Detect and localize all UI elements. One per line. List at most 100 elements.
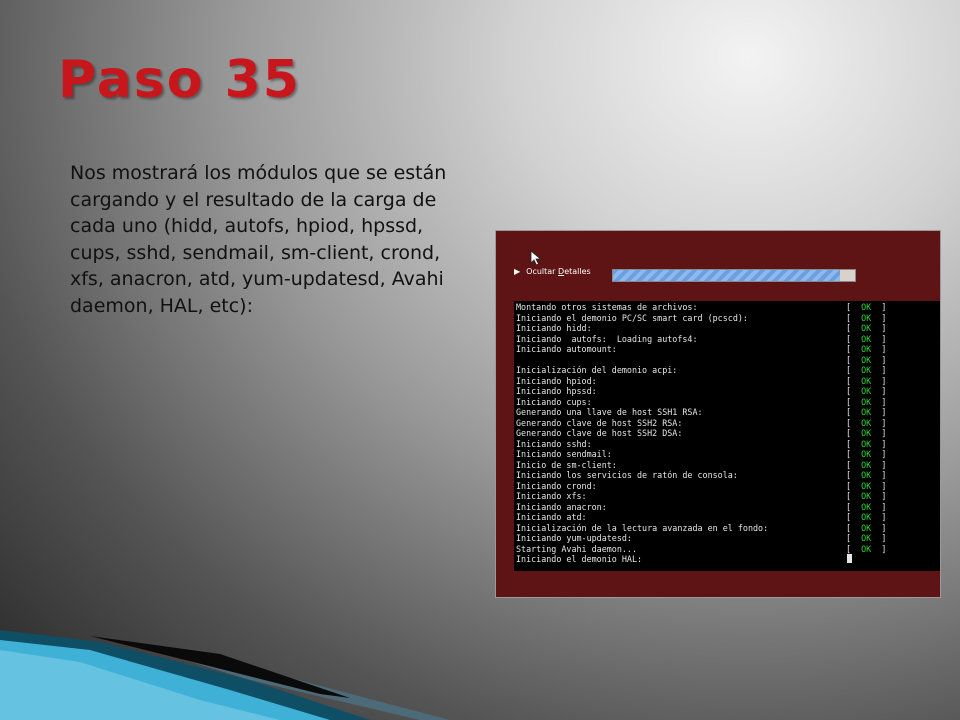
terminal-line: Iniciando hidd: [ OK ] (516, 323, 940, 334)
boot-progress-bar (612, 269, 856, 282)
terminal-status-ok: [ OK ] (846, 323, 887, 333)
terminal-line-text: Montando otros sistemas de archivos: (516, 302, 698, 312)
ok-label: OK (861, 449, 872, 459)
terminal-status-ok: [ OK ] (846, 396, 887, 407)
ok-label: OK (861, 438, 872, 449)
terminal-line-text: Generando clave de host SSH2 RSA: (516, 417, 683, 428)
ok-label: OK (861, 354, 872, 365)
terminal-status-ok: [ OK ] (846, 333, 887, 344)
ok-label: OK (861, 501, 872, 512)
terminal-line: Iniciando yum-updatesd: [ OK ] (516, 533, 940, 544)
terminal-line-text: Inicialización de la lectura avanzada en… (516, 522, 769, 533)
terminal-line: Inicialización del demonio acpi: [ OK ] (516, 365, 940, 376)
terminal-cursor (847, 554, 852, 563)
ok-label: OK (861, 396, 872, 407)
terminal-line-text: Iniciando hpssd: (516, 386, 597, 396)
terminal-line-text: Iniciando el demonio HAL: (516, 554, 643, 564)
terminal-line: Iniciando sshd: [ OK ] (516, 438, 940, 450)
ok-label: OK (861, 302, 872, 312)
ok-label: OK (861, 365, 872, 375)
terminal-line-text: Iniciando hidd: (516, 323, 592, 333)
terminal-line: Iniciando anacron: [ OK ] (516, 501, 940, 513)
terminal-line: Montando otros sistemas de archivos: [ OK… (516, 302, 940, 313)
terminal-status-ok: [ OK ] (846, 354, 887, 365)
ok-label: OK (861, 512, 872, 522)
terminal-status-ok: [ OK ] (846, 344, 887, 354)
terminal-status-ok: [ OK ] (846, 375, 887, 386)
terminal-status-ok: [ OK ] (846, 428, 887, 438)
ok-label: OK (861, 312, 872, 323)
terminal-status-ok: [ OK ] (846, 407, 887, 417)
terminal-line: Iniciando cups: [ OK ] (516, 396, 940, 408)
ok-label: OK (861, 459, 872, 470)
terminal-status-ok: [ OK ] (846, 417, 887, 428)
ok-label: OK (861, 543, 872, 554)
terminal-status-ok: [ OK ] (846, 533, 887, 543)
boot-progress-fill (613, 270, 841, 281)
terminal-line: Generando clave de host SSH2 RSA: [ OK ] (516, 417, 940, 429)
terminal-line-text: Iniciando yum-updatesd: (516, 533, 632, 543)
terminal-status-ok: [ OK ] (846, 449, 887, 459)
terminal-line-text: Inicialización del demonio acpi: (516, 365, 678, 375)
details-toggle[interactable]: ▶ Ocultar Detalles (514, 267, 591, 276)
terminal-line: Generando clave de host SSH2 DSA: [ OK ] (516, 428, 940, 439)
ok-label: OK (861, 333, 872, 344)
terminal-line-text: Generando una llave de host SSH1 RSA: (516, 407, 703, 417)
terminal-line: Iniciando el demonio HAL: (516, 554, 940, 565)
terminal-line: Iniciando los servicios de ratón de cons… (516, 470, 940, 481)
terminal-line: Iniciando sendmail: [ OK ] (516, 449, 940, 460)
terminal-status-ok: [ OK ] (846, 302, 887, 312)
terminal-status-ok: [ OK ] (846, 522, 887, 533)
slide-title: Paso 35 (58, 50, 301, 110)
ok-label: OK (861, 470, 872, 480)
terminal-line: Iniciando el demonio PC/SC smart card (p… (516, 312, 940, 324)
terminal-line: Iniciando atd: [ OK ] (516, 512, 940, 523)
ok-label: OK (861, 344, 872, 354)
terminal-line-text: Iniciando los servicios de ratón de cons… (516, 470, 738, 480)
terminal-line-text: Iniciando atd: (516, 512, 587, 522)
terminal-status-ok: [ OK ] (846, 470, 887, 480)
ok-label: OK (861, 522, 872, 533)
ok-label: OK (861, 375, 872, 386)
terminal-line: Generando una llave de host SSH1 RSA: [ O… (516, 407, 940, 418)
slide-body-text: Nos mostrará los módulos que se están ca… (70, 162, 447, 317)
terminal-status-ok: [ OK ] (846, 491, 887, 501)
terminal-status-ok: [ OK ] (846, 459, 887, 470)
terminal-line: Iniciando xfs: [ OK ] (516, 491, 940, 502)
terminal-line-text: Inicio de sm-client: (516, 459, 617, 470)
terminal-status-ok: [ OK ] (846, 543, 887, 554)
boot-log-terminal: Montando otros sistemas de archivos: [ OK… (514, 301, 940, 571)
terminal-status-ok: [ OK ] (846, 312, 887, 323)
ok-label: OK (861, 417, 872, 428)
terminal-line: Iniciando crond: [ OK ] (516, 480, 940, 492)
terminal-status-ok: [ OK ] (846, 480, 887, 491)
terminal-line-text: Iniciando hpiod: (516, 375, 597, 386)
ok-label: OK (861, 407, 872, 417)
terminal-line: Iniciando hpiod: [ OK ] (516, 375, 940, 387)
mouse-pointer-icon (530, 250, 542, 266)
terminal-line-text (516, 355, 846, 366)
terminal-line: Iniciando hpssd: [ OK ] (516, 386, 940, 397)
terminal-line-text: Starting Avahi daemon... (516, 543, 638, 554)
terminal-status-ok: [ OK ] (846, 386, 887, 396)
terminal-line-text: Iniciando anacron: (516, 501, 607, 512)
boot-screenshot: ▶ Ocultar Detalles Montando otros sistem… (495, 230, 941, 598)
terminal-line-text: Generando clave de host SSH2 DSA: (516, 428, 683, 438)
terminal-status-ok: [ OK ] (846, 365, 887, 375)
terminal-line-text: Iniciando autofs: Loading autofs4: (516, 333, 698, 344)
terminal-line: Inicialización de la lectura avanzada en… (516, 522, 940, 534)
ok-label: OK (861, 491, 872, 501)
terminal-line-text: Iniciando xfs: (516, 491, 587, 501)
details-toggle-label: Ocultar Detalles (526, 267, 591, 276)
terminal-line: Inicio de sm-client: [ OK ] (516, 459, 940, 471)
terminal-line-text: Iniciando automount: (516, 344, 617, 354)
terminal-line-text: Iniciando sendmail: (516, 449, 612, 459)
terminal-line-text: Iniciando cups: (516, 396, 592, 407)
terminal-line-text: Iniciando crond: (516, 480, 597, 491)
ok-label: OK (861, 533, 872, 543)
terminal-status-ok: [ OK ] (846, 501, 887, 512)
ok-label: OK (861, 428, 872, 438)
expander-triangle-icon: ▶ (514, 267, 521, 276)
terminal-status-ok: [ OK ] (846, 512, 887, 522)
ok-label: OK (861, 323, 872, 333)
